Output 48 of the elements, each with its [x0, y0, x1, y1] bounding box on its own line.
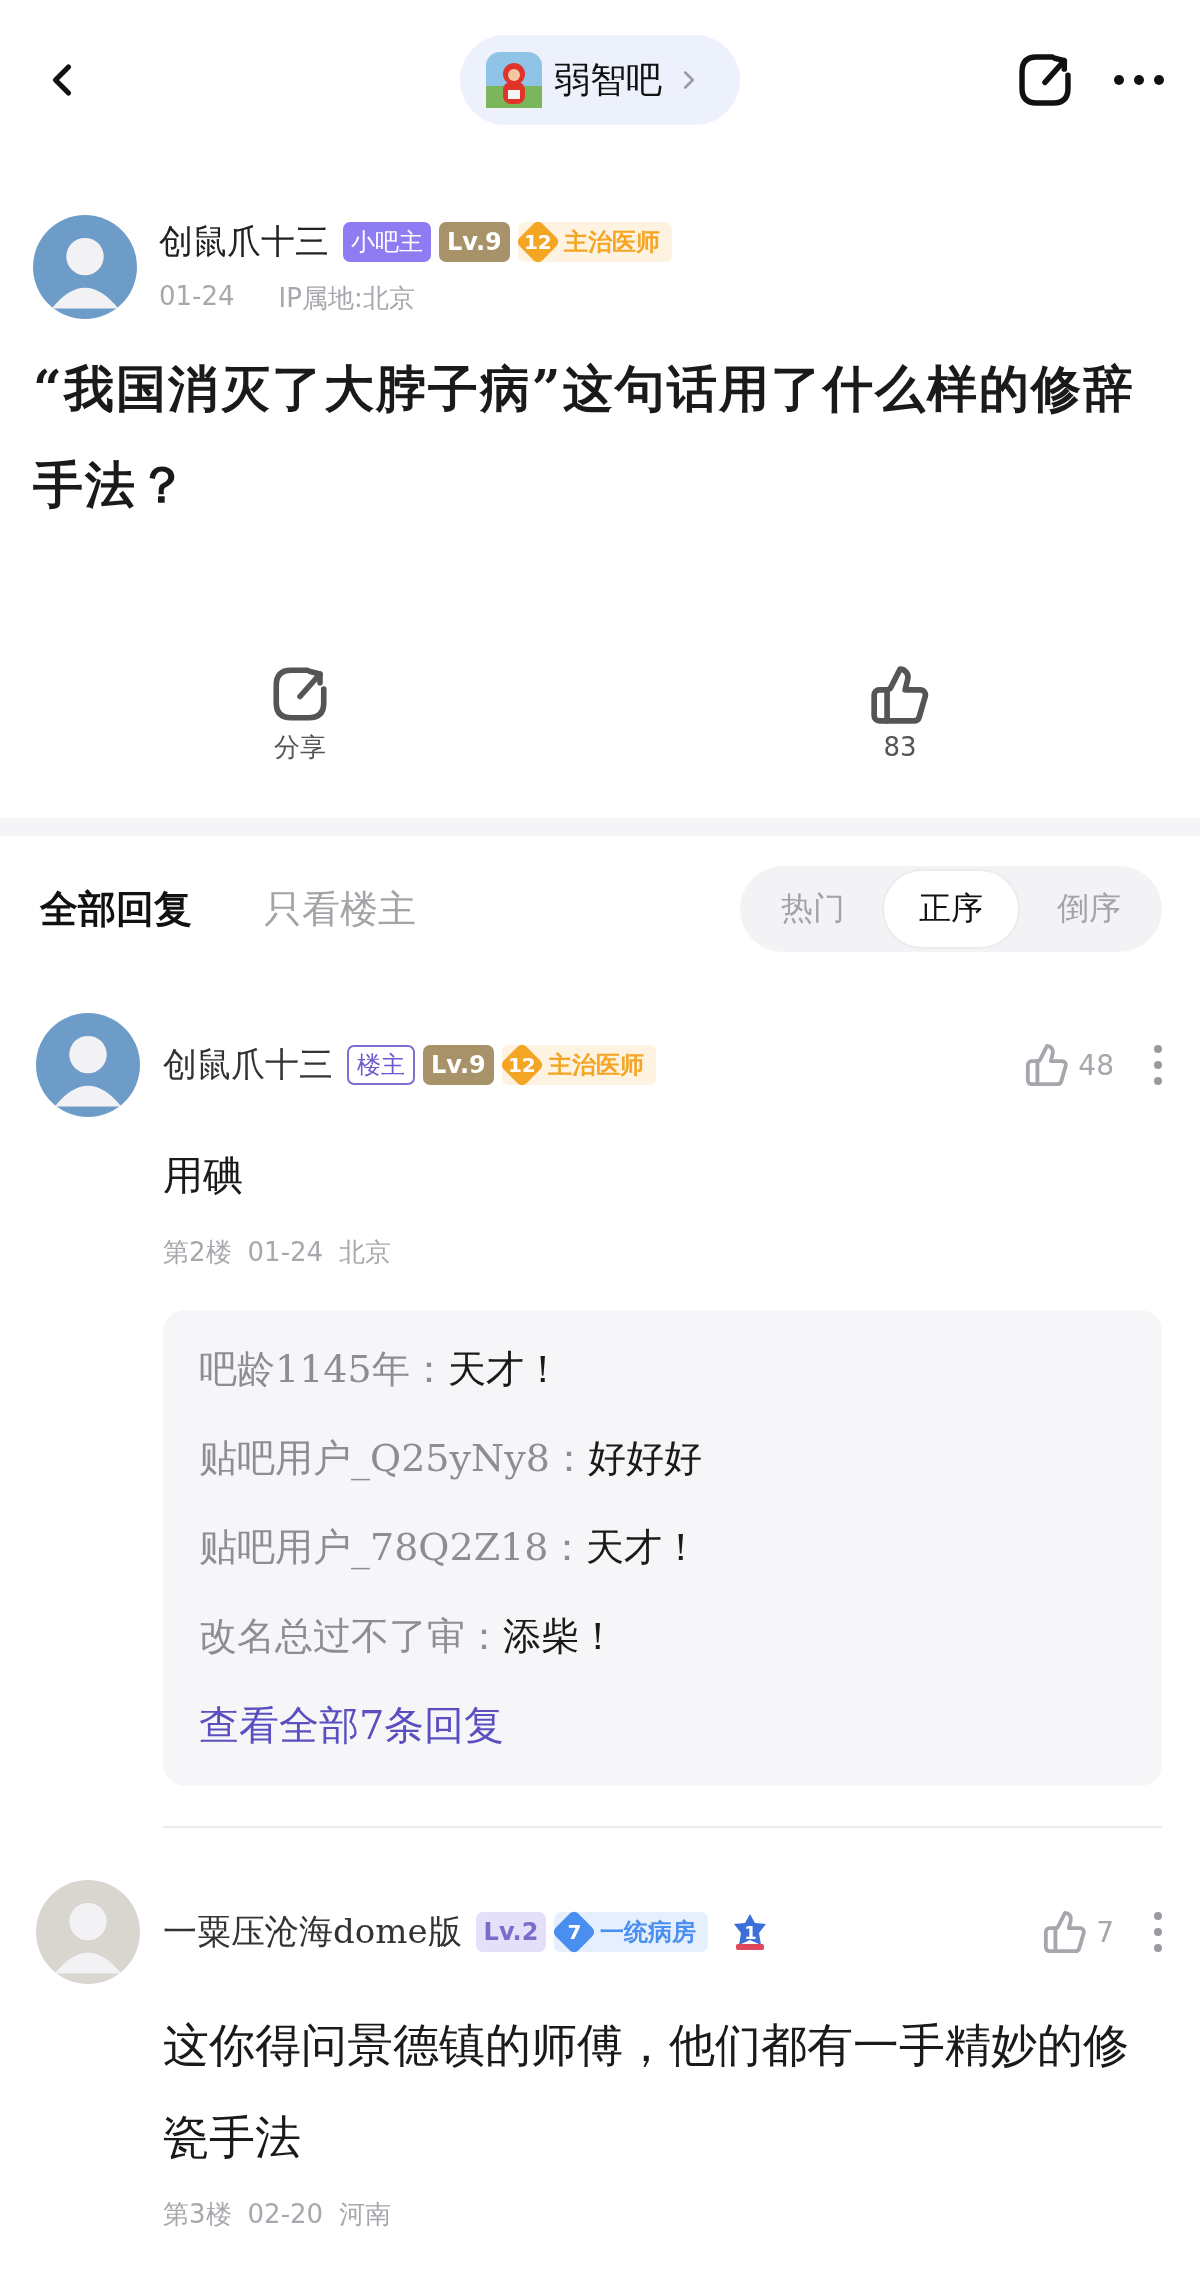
share-icon: [1016, 51, 1074, 109]
rank-badge: 12 主治医师: [517, 221, 672, 262]
more-icon: [1114, 75, 1164, 85]
rank-badge: 7 一统病房: [554, 1912, 709, 1952]
share-icon: [270, 664, 330, 724]
sub-reply[interactable]: 吧龄1145年：天才！: [199, 1325, 1126, 1414]
share-button[interactable]: 分享: [0, 664, 600, 765]
thumbs-up-icon: [869, 664, 931, 726]
level-badge: Lv.2: [475, 1912, 547, 1952]
floor-number: 第3楼: [163, 2198, 232, 2231]
sub-reply[interactable]: 贴吧用户_78Q2Z18：天才！: [199, 1503, 1126, 1592]
ip-location: IP属地:北京: [278, 281, 415, 315]
level-badge: Lv.9: [439, 221, 510, 262]
post-title: “我国消灭了大脖子病”这句话用了什么样的修辞手法？: [33, 358, 1136, 516]
reply-tab[interactable]: 全部回复: [40, 883, 192, 935]
rank-number: 7: [554, 1912, 595, 1952]
more-icon: [1154, 1912, 1162, 1952]
level-badge: Lv.9: [423, 1045, 494, 1085]
like-button[interactable]: 83: [600, 664, 1200, 765]
reply-text: 用碘: [163, 1151, 244, 1200]
more-button[interactable]: [1114, 75, 1164, 85]
reply-date: 01-24: [247, 1236, 324, 1269]
forum-button[interactable]: 弱智吧: [460, 35, 740, 125]
reply-text: 这你得问景德镇的师傅，他们都有一手精妙的修瓷手法: [163, 2017, 1130, 2166]
reply-location: 北京: [339, 1236, 392, 1269]
rank-number: 12: [517, 221, 558, 262]
author-name[interactable]: 一粟压沧海dome版: [163, 1909, 462, 1955]
reply-location: 河南: [339, 2198, 392, 2231]
avatar[interactable]: [36, 1013, 140, 1117]
op-badge: 楼主: [347, 1045, 415, 1085]
share-button[interactable]: [1016, 51, 1074, 109]
thumbs-up-icon: [1024, 1042, 1071, 1088]
thumbs-up-icon: [1042, 1909, 1089, 1955]
avatar[interactable]: [36, 1880, 140, 1984]
avatar[interactable]: [33, 215, 137, 319]
post-date: 01-24: [159, 280, 235, 313]
floor-number: 第2楼: [163, 1236, 232, 1269]
view-all-replies-link[interactable]: 查看全部7条回复: [199, 1702, 505, 1748]
rank-badge: 12 主治医师: [501, 1045, 656, 1085]
author-name[interactable]: 创鼠爪十三: [163, 1042, 333, 1088]
rank-number: 12: [501, 1045, 542, 1085]
sub-reply[interactable]: 改名总过不了审：添柴！: [199, 1592, 1126, 1681]
sort-option[interactable]: 正序: [882, 869, 1020, 949]
sub-reply[interactable]: 贴吧用户_Q25yNy8：好好好: [199, 1414, 1126, 1503]
reply-date: 02-20: [247, 2198, 324, 2231]
more-icon: [1154, 1045, 1162, 1085]
author-name[interactable]: 创鼠爪十三: [159, 218, 329, 265]
moderator-badge: 小吧主: [343, 221, 431, 262]
